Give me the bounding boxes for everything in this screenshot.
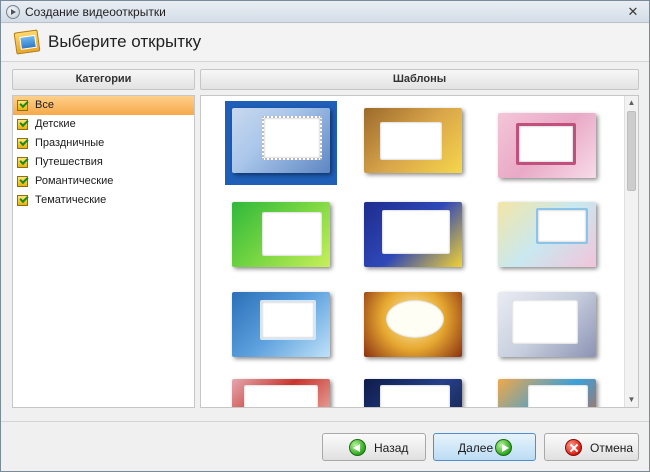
category-item-holidays[interactable]: Праздничные <box>13 134 194 153</box>
category-item-romantic[interactable]: Романтические <box>13 172 194 191</box>
next-button[interactable]: Далее <box>433 433 536 461</box>
template-thumbnail[interactable] <box>498 202 596 267</box>
close-icon[interactable]: ✕ <box>623 3 643 20</box>
app-icon <box>6 5 20 19</box>
dialog-window: Создание видеооткрытки ✕ Выберите открыт… <box>0 0 650 472</box>
checkbox-icon <box>17 176 28 187</box>
template-thumbnail[interactable] <box>364 202 462 267</box>
footer-divider <box>1 421 649 422</box>
template-thumbnail[interactable] <box>232 292 330 357</box>
arrow-left-icon <box>349 439 366 456</box>
template-thumbnail[interactable] <box>232 379 330 407</box>
template-thumbnail[interactable] <box>498 113 596 178</box>
scroll-up-icon[interactable]: ▲ <box>625 96 638 110</box>
template-thumbnail[interactable] <box>232 202 330 267</box>
templates-header: Шаблоны <box>200 69 639 90</box>
title-bar[interactable]: Создание видеооткрытки ✕ <box>1 1 649 23</box>
category-item-thematic[interactable]: Тематические <box>13 191 194 210</box>
category-item-kids[interactable]: Детские <box>13 115 194 134</box>
template-thumbnail[interactable] <box>232 108 330 173</box>
back-button[interactable]: Назад <box>322 433 426 461</box>
window-title: Создание видеооткрытки <box>25 5 166 19</box>
category-label: Праздничные <box>35 137 105 149</box>
checkbox-icon <box>17 100 28 111</box>
template-thumbnail[interactable] <box>364 108 462 173</box>
category-label: Детские <box>35 118 76 130</box>
category-label: Путешествия <box>35 156 103 168</box>
templates-grid <box>201 96 625 407</box>
templates-scrollbar[interactable]: ▲ ▼ <box>624 96 638 407</box>
category-label: Тематические <box>35 194 107 206</box>
cancel-button-label: Отмена <box>590 441 634 455</box>
page-title: Выберите открытку <box>48 32 202 51</box>
arrow-right-icon <box>495 439 512 456</box>
category-label: Романтические <box>35 175 114 187</box>
scroll-thumb[interactable] <box>627 111 636 191</box>
checkbox-icon <box>17 138 28 149</box>
next-button-label: Далее <box>458 441 494 455</box>
checkbox-icon <box>17 119 28 130</box>
category-item-all[interactable]: Все <box>13 96 194 115</box>
category-label: Все <box>35 99 54 111</box>
templates-panel: ▲ ▼ <box>200 95 639 408</box>
checkbox-icon <box>17 195 28 206</box>
dialog-header: Выберите открытку <box>1 24 649 61</box>
scroll-down-icon[interactable]: ▼ <box>625 393 638 407</box>
template-thumbnail[interactable] <box>498 379 596 407</box>
template-thumbnail[interactable] <box>498 292 596 357</box>
cancel-button[interactable]: Отмена <box>544 433 639 461</box>
postcard-icon <box>13 29 41 55</box>
cancel-icon <box>565 439 582 456</box>
header-divider <box>1 61 649 62</box>
template-thumbnail[interactable] <box>364 292 462 357</box>
category-item-travel[interactable]: Путешествия <box>13 153 194 172</box>
categories-header: Категории <box>12 69 195 90</box>
back-button-label: Назад <box>374 441 409 455</box>
checkbox-icon <box>17 157 28 168</box>
categories-list: Все Детские Праздничные Путешествия Рома… <box>12 95 195 408</box>
template-thumbnail[interactable] <box>364 379 462 407</box>
